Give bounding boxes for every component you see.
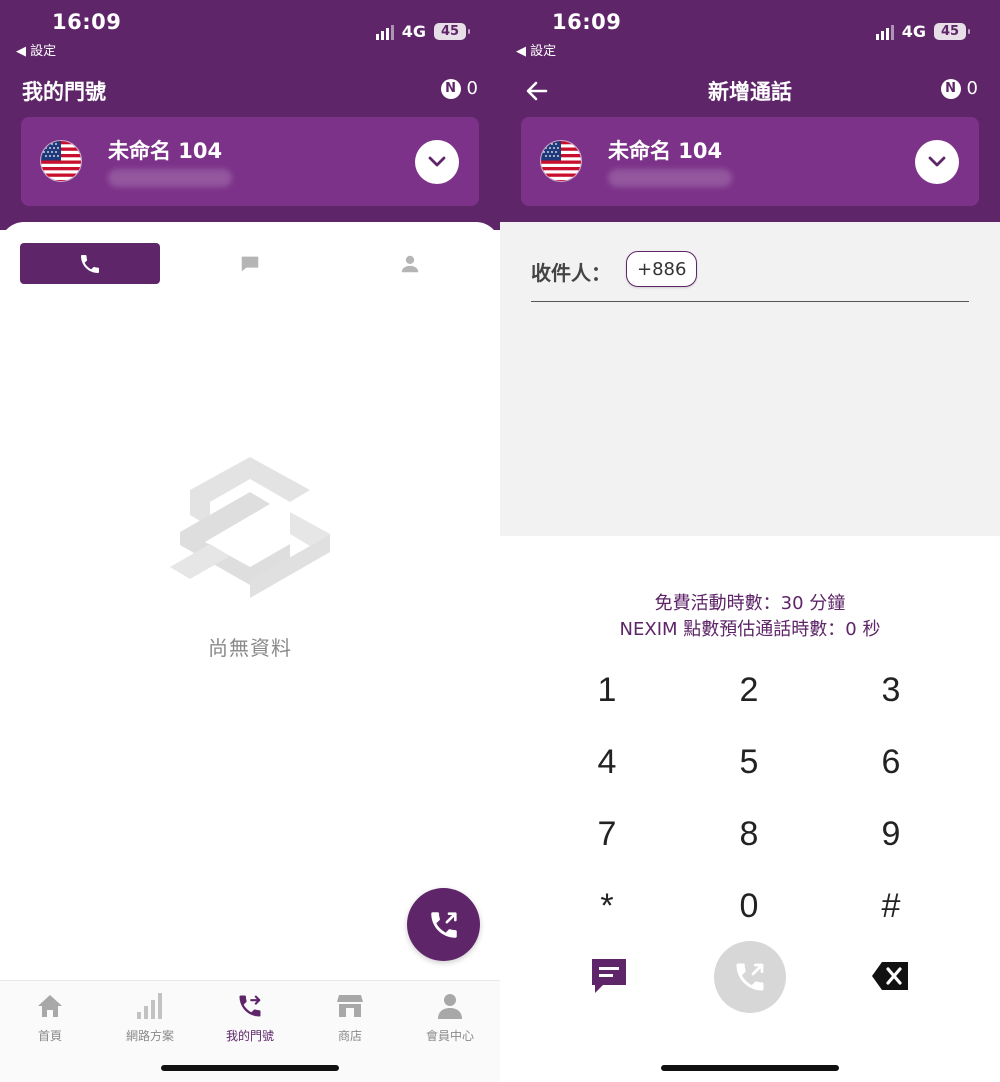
nav-item-my-numbers[interactable]: 我的門號 <box>200 991 300 1044</box>
tab-messages[interactable] <box>180 243 320 284</box>
nexim-points-value: 0 <box>466 78 478 99</box>
nav-label: 商店 <box>337 1029 362 1043</box>
status-indicators: 4G 45 <box>875 22 970 41</box>
nexim-points-badge[interactable]: N 0 <box>440 78 478 99</box>
signal-bars-icon <box>137 993 162 1019</box>
phone-outgoing-icon <box>430 911 457 938</box>
number-selector-card[interactable]: 未命名 104 <box>521 117 979 206</box>
keypad-key-2[interactable]: 2 <box>689 660 809 720</box>
network-type: 4G <box>401 22 426 41</box>
keypad-key-4[interactable]: 4 <box>547 732 667 792</box>
keypad-key-star[interactable]: * <box>547 876 667 936</box>
battery-icon: 45 <box>934 23 970 40</box>
status-time: 16:09 <box>52 10 122 34</box>
person-icon <box>438 994 462 1019</box>
keypad-key-0[interactable]: 0 <box>689 876 809 936</box>
nav-item-member-center[interactable]: 會員中心 <box>400 991 500 1044</box>
nexim-n-icon: N <box>940 78 961 99</box>
number-name: 未命名 104 <box>108 139 223 163</box>
us-flag-icon <box>540 140 582 182</box>
empty-state-text: 尚無資料 <box>208 636 292 660</box>
phone-outgoing-icon <box>736 963 764 991</box>
status-time: 16:09 <box>552 10 622 34</box>
history-tabs <box>20 243 480 284</box>
new-call-fab[interactable] <box>407 888 480 961</box>
phone-forward-icon <box>239 995 261 1017</box>
chevron-down-icon <box>428 156 446 167</box>
chevron-down-icon <box>928 156 946 167</box>
person-icon <box>401 255 419 272</box>
nexim-points-badge[interactable]: N 0 <box>940 78 978 99</box>
recipient-label: 收件人： <box>531 261 611 285</box>
keypad-key-hash[interactable]: # <box>831 876 951 936</box>
points-call-time-info: NEXIM 點數預估通話時數：0 秒 <box>619 619 881 640</box>
number-value-blurred <box>108 169 232 187</box>
tab-calls[interactable] <box>20 243 160 284</box>
network-type: 4G <box>901 22 926 41</box>
number-selector-card[interactable]: 未命名 104 <box>21 117 479 206</box>
keypad-key-1[interactable]: 1 <box>547 660 667 720</box>
battery-icon: 45 <box>434 23 470 40</box>
country-code-chip[interactable]: +886 <box>626 251 698 287</box>
nav-item-store[interactable]: 商店 <box>300 991 400 1044</box>
home-indicator <box>661 1065 839 1071</box>
nav-label: 我的門號 <box>225 1029 274 1043</box>
cellular-signal-icon <box>875 24 894 40</box>
nav-label: 會員中心 <box>425 1029 474 1043</box>
message-icon[interactable] <box>589 956 629 996</box>
new-call-screen: 16:09 ◀ 設定 4G 45 新增通話 N 0 未命名 104 收件人： +… <box>500 0 1000 1082</box>
phone-icon <box>81 254 99 273</box>
nexim-n-icon: N <box>440 78 461 99</box>
tab-contacts[interactable] <box>340 243 480 284</box>
free-minutes-info: 免費活動時數：30 分鐘 <box>654 593 846 614</box>
page-title: 新增通話 <box>708 80 792 104</box>
cellular-signal-icon <box>375 24 394 40</box>
status-back-link[interactable]: ◀ 設定 <box>16 40 56 59</box>
nexim-points-value: 0 <box>966 78 978 99</box>
nav-label: 網路方案 <box>125 1029 174 1043</box>
keypad-key-9[interactable]: 9 <box>831 804 951 864</box>
nexim-empty-logo-icon <box>170 457 330 598</box>
keypad-key-8[interactable]: 8 <box>689 804 809 864</box>
recipient-area[interactable]: 收件人： +886 <box>500 222 1000 536</box>
keypad-key-5[interactable]: 5 <box>689 732 809 792</box>
number-dropdown-button[interactable] <box>915 140 959 184</box>
message-icon <box>241 256 259 271</box>
number-name: 未命名 104 <box>608 139 723 163</box>
call-button[interactable] <box>714 941 786 1013</box>
keypad-key-6[interactable]: 6 <box>831 732 951 792</box>
store-icon <box>337 995 363 1017</box>
page-title: 我的門號 <box>22 80 106 104</box>
home-indicator <box>161 1065 339 1071</box>
backspace-icon[interactable] <box>870 960 910 992</box>
home-icon <box>38 995 62 1017</box>
status-indicators: 4G 45 <box>375 22 470 41</box>
history-panel: 尚無資料 <box>0 222 500 982</box>
keypad-key-3[interactable]: 3 <box>831 660 951 720</box>
number-value-blurred <box>608 169 732 187</box>
nav-label: 首頁 <box>37 1029 62 1043</box>
nav-item-home[interactable]: 首頁 <box>0 991 100 1044</box>
status-back-link[interactable]: ◀ 設定 <box>516 40 556 59</box>
us-flag-icon <box>40 140 82 182</box>
recipient-underline <box>531 301 969 302</box>
my-numbers-screen: 16:09 ◀ 設定 4G 45 我的門號 N 0 未命名 104 尚無資料 首… <box>0 0 500 1082</box>
nav-item-network-plans[interactable]: 網路方案 <box>100 991 200 1044</box>
keypad-key-7[interactable]: 7 <box>547 804 667 864</box>
number-dropdown-button[interactable] <box>415 140 459 184</box>
